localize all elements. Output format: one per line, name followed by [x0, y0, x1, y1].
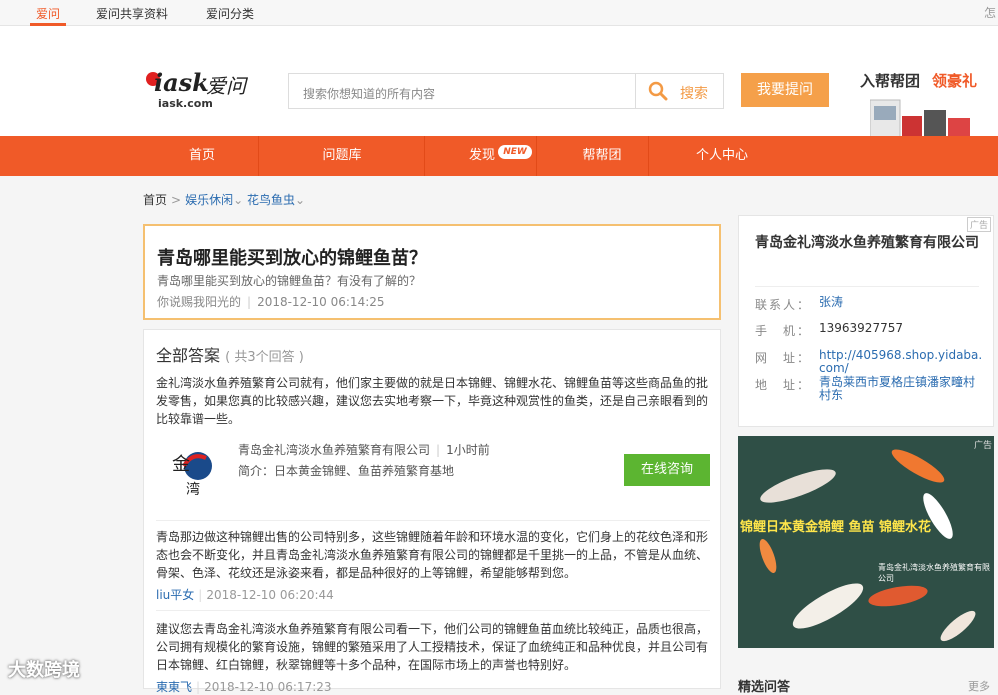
nav-item-question-library[interactable]: 问题库 [286, 136, 398, 176]
nav-item-personal-center[interactable]: 个人中心 [666, 136, 778, 176]
svg-text:金: 金 [172, 454, 190, 475]
company-logo-icon[interactable]: 金 湾 [164, 440, 224, 500]
answer-2-time: 2018-12-10 06:20:44 [206, 588, 334, 602]
image-banner-text: 锦鲤日本黄金锦鲤 鱼苗 锦鲤水花 [740, 520, 932, 535]
company-name-line: 青岛金礼湾淡水鱼养殖繁育有限公司 | 1小时前 [238, 443, 490, 457]
question-card: 青岛哪里能买到放心的锦鲤鱼苗？ 青岛哪里能买到放心的锦鲤鱼苗？有没有了解的？ 你… [143, 224, 721, 320]
answer-3-text: 建议您去青岛金礼湾淡水鱼养殖繁育有限公司看一下，他们公司的锦鲤鱼苗血统比较纯正，… [156, 622, 709, 672]
answer-2-user[interactable]: liu平女 [156, 588, 194, 602]
answers-heading: 全部答案 ( 共3个回答 ) [156, 342, 304, 366]
answer-2-text: 青岛那边做这种锦鲤出售的公司特别多，这些锦鲤随着年龄和环境水温的变化，它们身上的… [156, 530, 709, 580]
contact-label: 联系人： [755, 298, 812, 312]
logo-cn: 爱问 [206, 74, 246, 98]
answer-3-meta: 東東飞 | 2018-12-10 06:17:23 [156, 680, 332, 694]
image-ad-badge: 广告 [973, 441, 992, 451]
question-title: 青岛哪里能买到放心的锦鲤鱼苗？ [157, 248, 427, 269]
sidebar-company-name[interactable]: 青岛金礼湾淡水鱼养殖繁育有限公司 [755, 232, 983, 254]
featured-qa-more[interactable]: 更多 [968, 678, 990, 694]
phone-value: 13963927757 [819, 321, 903, 335]
svg-text:湾: 湾 [186, 481, 200, 498]
promo-highlight: 领豪礼 [932, 72, 978, 90]
phone-label: 手 机： [755, 324, 812, 338]
address-label: 地 址： [755, 378, 812, 392]
search-button[interactable]: 搜索 [636, 73, 724, 109]
question-description: 青岛哪里能买到放心的锦鲤鱼苗？有没有了解的？ [157, 274, 422, 288]
koi-pond-image [738, 436, 994, 648]
answer-1-text: 金礼湾淡水鱼养殖繁育公司就有，他们家主要做的就是日本锦鲤、锦鲤水花、锦鲤鱼苗等这… [156, 376, 709, 426]
header: iask 爱问 iask.com 搜索你想知道的所有内容 搜索 我要提问 入帮帮… [0, 26, 998, 147]
nav-divider [258, 136, 259, 176]
company-card: 金 湾 青岛金礼湾淡水鱼养殖繁育有限公司 | 1小时前 简介：日本黄金锦鲤、鱼苗养殖… [156, 434, 710, 512]
answers-count: ( 共3个回答 ) [225, 350, 304, 365]
tab-shared-docs[interactable]: 爱问共享资料 [96, 5, 168, 22]
answer-divider [156, 520, 710, 521]
image-company-text: 青岛金礼湾淡水鱼养殖繁育有限公司 [878, 563, 990, 583]
tab-iask[interactable]: 爱问 [36, 5, 60, 22]
breadcrumb-home[interactable]: 首页 [143, 193, 167, 207]
company-name[interactable]: 青岛金礼湾淡水鱼养殖繁育有限公司 [238, 443, 430, 457]
contact-value: 张涛 [819, 295, 844, 309]
answers-title: 全部答案 [156, 346, 221, 365]
company-description: 简介：日本黄金锦鲤、鱼苗养殖繁育基地 [238, 464, 455, 478]
nav-divider [648, 136, 649, 176]
watermark-text: 大数跨境 [8, 660, 80, 681]
answers-panel: 全部答案 ( 共3个回答 ) 金礼湾淡水鱼养殖繁育公司就有，他们家主要做的就是日… [143, 329, 721, 694]
search-input[interactable]: 搜索你想知道的所有内容 [288, 73, 636, 109]
question-time: 2018-12-10 06:14:25 [257, 295, 385, 309]
ask-question-button[interactable]: 我要提问 [741, 73, 829, 107]
question-meta: 你说赐我阳光的 | 2018-12-10 06:14:25 [157, 295, 385, 309]
ad-badge: 广告 [966, 217, 991, 232]
logo-domain: iask.com [158, 97, 213, 110]
online-consult-button[interactable]: 在线咨询 [624, 454, 710, 486]
site-label: 网 址： [755, 351, 812, 365]
nav-item-home[interactable]: 首页 [146, 136, 258, 176]
promo-text: 入帮帮团 [860, 72, 921, 90]
site-logo[interactable]: iask 爱问 iask.com [146, 64, 246, 112]
chevron-down-icon[interactable]: ⌄ [233, 193, 243, 207]
breadcrumb: 首页 > 娱乐休闲⌄ 花鸟鱼虫⌄ [143, 191, 305, 208]
top-bar: 爱问 爱问共享资料 爱问分类 怎 [0, 0, 998, 26]
nav-divider [424, 136, 425, 176]
question-author[interactable]: 你说赐我阳光的 [157, 295, 241, 309]
answer-2-meta: liu平女 | 2018-12-10 06:20:44 [156, 588, 334, 602]
answer-divider [156, 610, 710, 611]
koi-ad-image[interactable]: 广告 锦鲤日本黄金锦鲤 鱼苗 锦鲤水花 青岛金礼湾淡水鱼养殖繁育有限公司 [738, 436, 994, 648]
logo-word: iask [154, 68, 209, 97]
breadcrumb-separator: > [171, 193, 182, 207]
chevron-down-icon[interactable]: ⌄ [295, 193, 305, 207]
search-icon [648, 81, 668, 101]
nav-item-help-team[interactable]: 帮帮团 [546, 136, 658, 176]
sidebar-company-card: 广告 青岛金礼湾淡水鱼养殖繁育有限公司 联系人： 张涛 手 机： 1396392… [738, 215, 994, 427]
breadcrumb-entertainment[interactable]: 娱乐休闲 [185, 193, 233, 207]
tab-categories[interactable]: 爱问分类 [206, 5, 254, 22]
sidebar-divider [755, 286, 979, 287]
address-value: 青岛莱西市夏格庄镇潘家疃村村东 [819, 375, 976, 402]
nav-divider [536, 136, 537, 176]
search-button-label: 搜索 [680, 86, 708, 102]
answer-3-user[interactable]: 東東飞 [156, 680, 192, 694]
company-time: 1小时前 [446, 443, 490, 457]
new-badge: NEW [498, 145, 532, 159]
breadcrumb-flowers-fish[interactable]: 花鸟鱼虫 [247, 193, 295, 207]
topbar-corner-text: 怎 [983, 6, 996, 20]
main-nav: 首页 问题库 发现 NEW 帮帮团 个人中心 [0, 136, 998, 176]
site-link[interactable]: http://405968.shop.yidaba.com/ [819, 349, 985, 375]
answer-3-time: 2018-12-10 06:17:23 [204, 680, 332, 694]
